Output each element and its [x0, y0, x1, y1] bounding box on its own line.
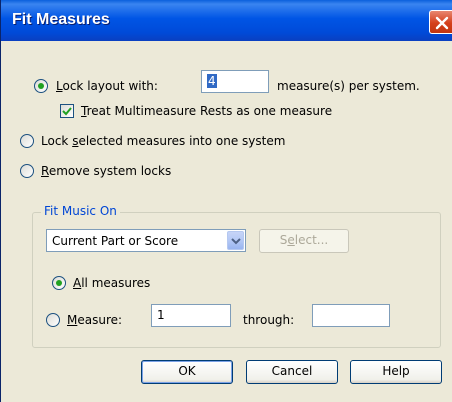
select-button[interactable]: Select...	[259, 229, 349, 253]
scope-dropdown-value: Current Part or Score	[52, 234, 179, 248]
treat-multimeasure-label-rest: reat Multimeasure Rests as one measure	[86, 104, 333, 118]
close-icon	[435, 16, 449, 30]
chevron-down-icon	[231, 238, 241, 245]
select-button-rest: lect...	[294, 233, 329, 247]
remove-locks-label-accel: R	[41, 164, 49, 178]
fit-measures-dialog: Fit Measures Lock layout with: 4 measure…	[0, 0, 452, 402]
lock-layout-radio[interactable]	[34, 79, 48, 93]
lock-selected-radio[interactable]	[20, 134, 34, 148]
lock-selected-label[interactable]: Lock selected measures into one system	[41, 134, 285, 148]
measure-from-value: 1	[157, 308, 165, 322]
treat-multimeasure-checkbox[interactable]	[60, 104, 74, 118]
measure-range-label-rest: easure:	[77, 313, 123, 327]
title-bar[interactable]: Fit Measures	[1, 0, 452, 41]
close-button[interactable]	[429, 10, 452, 34]
lock-layout-label[interactable]: Lock layout with:	[56, 79, 158, 93]
treat-multimeasure-label[interactable]: Treat Multimeasure Rests as one measure	[81, 104, 332, 118]
select-button-accel: e	[287, 233, 295, 247]
all-measures-label[interactable]: All measures	[73, 276, 150, 290]
lock-selected-label-pre: Lock	[41, 134, 73, 148]
help-button[interactable]: Help	[350, 360, 442, 384]
all-measures-label-rest: ll measures	[81, 276, 151, 290]
lock-layout-label-rest: ock layout with:	[62, 79, 158, 93]
remove-locks-label[interactable]: Remove system locks	[41, 164, 171, 178]
measures-per-system-suffix: measure(s) per system.	[277, 79, 420, 93]
measures-per-system-input[interactable]: 4	[201, 70, 269, 93]
scope-dropdown[interactable]: Current Part or Score	[46, 229, 246, 252]
scope-dropdown-button[interactable]	[227, 231, 244, 250]
remove-locks-radio[interactable]	[20, 164, 34, 178]
measure-range-label-accel: M	[67, 313, 78, 327]
measure-to-input[interactable]	[312, 304, 390, 327]
measures-per-system-value: 4	[207, 74, 217, 88]
measure-range-radio[interactable]	[46, 313, 60, 327]
checkmark-icon	[62, 107, 72, 116]
measure-from-input[interactable]: 1	[151, 304, 231, 327]
dialog-title: Fit Measures	[12, 11, 110, 28]
ok-button[interactable]: OK	[141, 360, 233, 384]
lock-selected-label-rest: elected measures into one system	[78, 134, 286, 148]
through-label: through:	[243, 313, 295, 327]
all-measures-radio[interactable]	[52, 276, 66, 290]
remove-locks-label-rest: emove system locks	[48, 164, 172, 178]
all-measures-label-accel: A	[73, 276, 82, 290]
fit-music-on-title: Fit Music On	[41, 204, 120, 218]
measure-range-label[interactable]: Measure:	[67, 313, 122, 327]
cancel-button[interactable]: Cancel	[246, 360, 338, 384]
